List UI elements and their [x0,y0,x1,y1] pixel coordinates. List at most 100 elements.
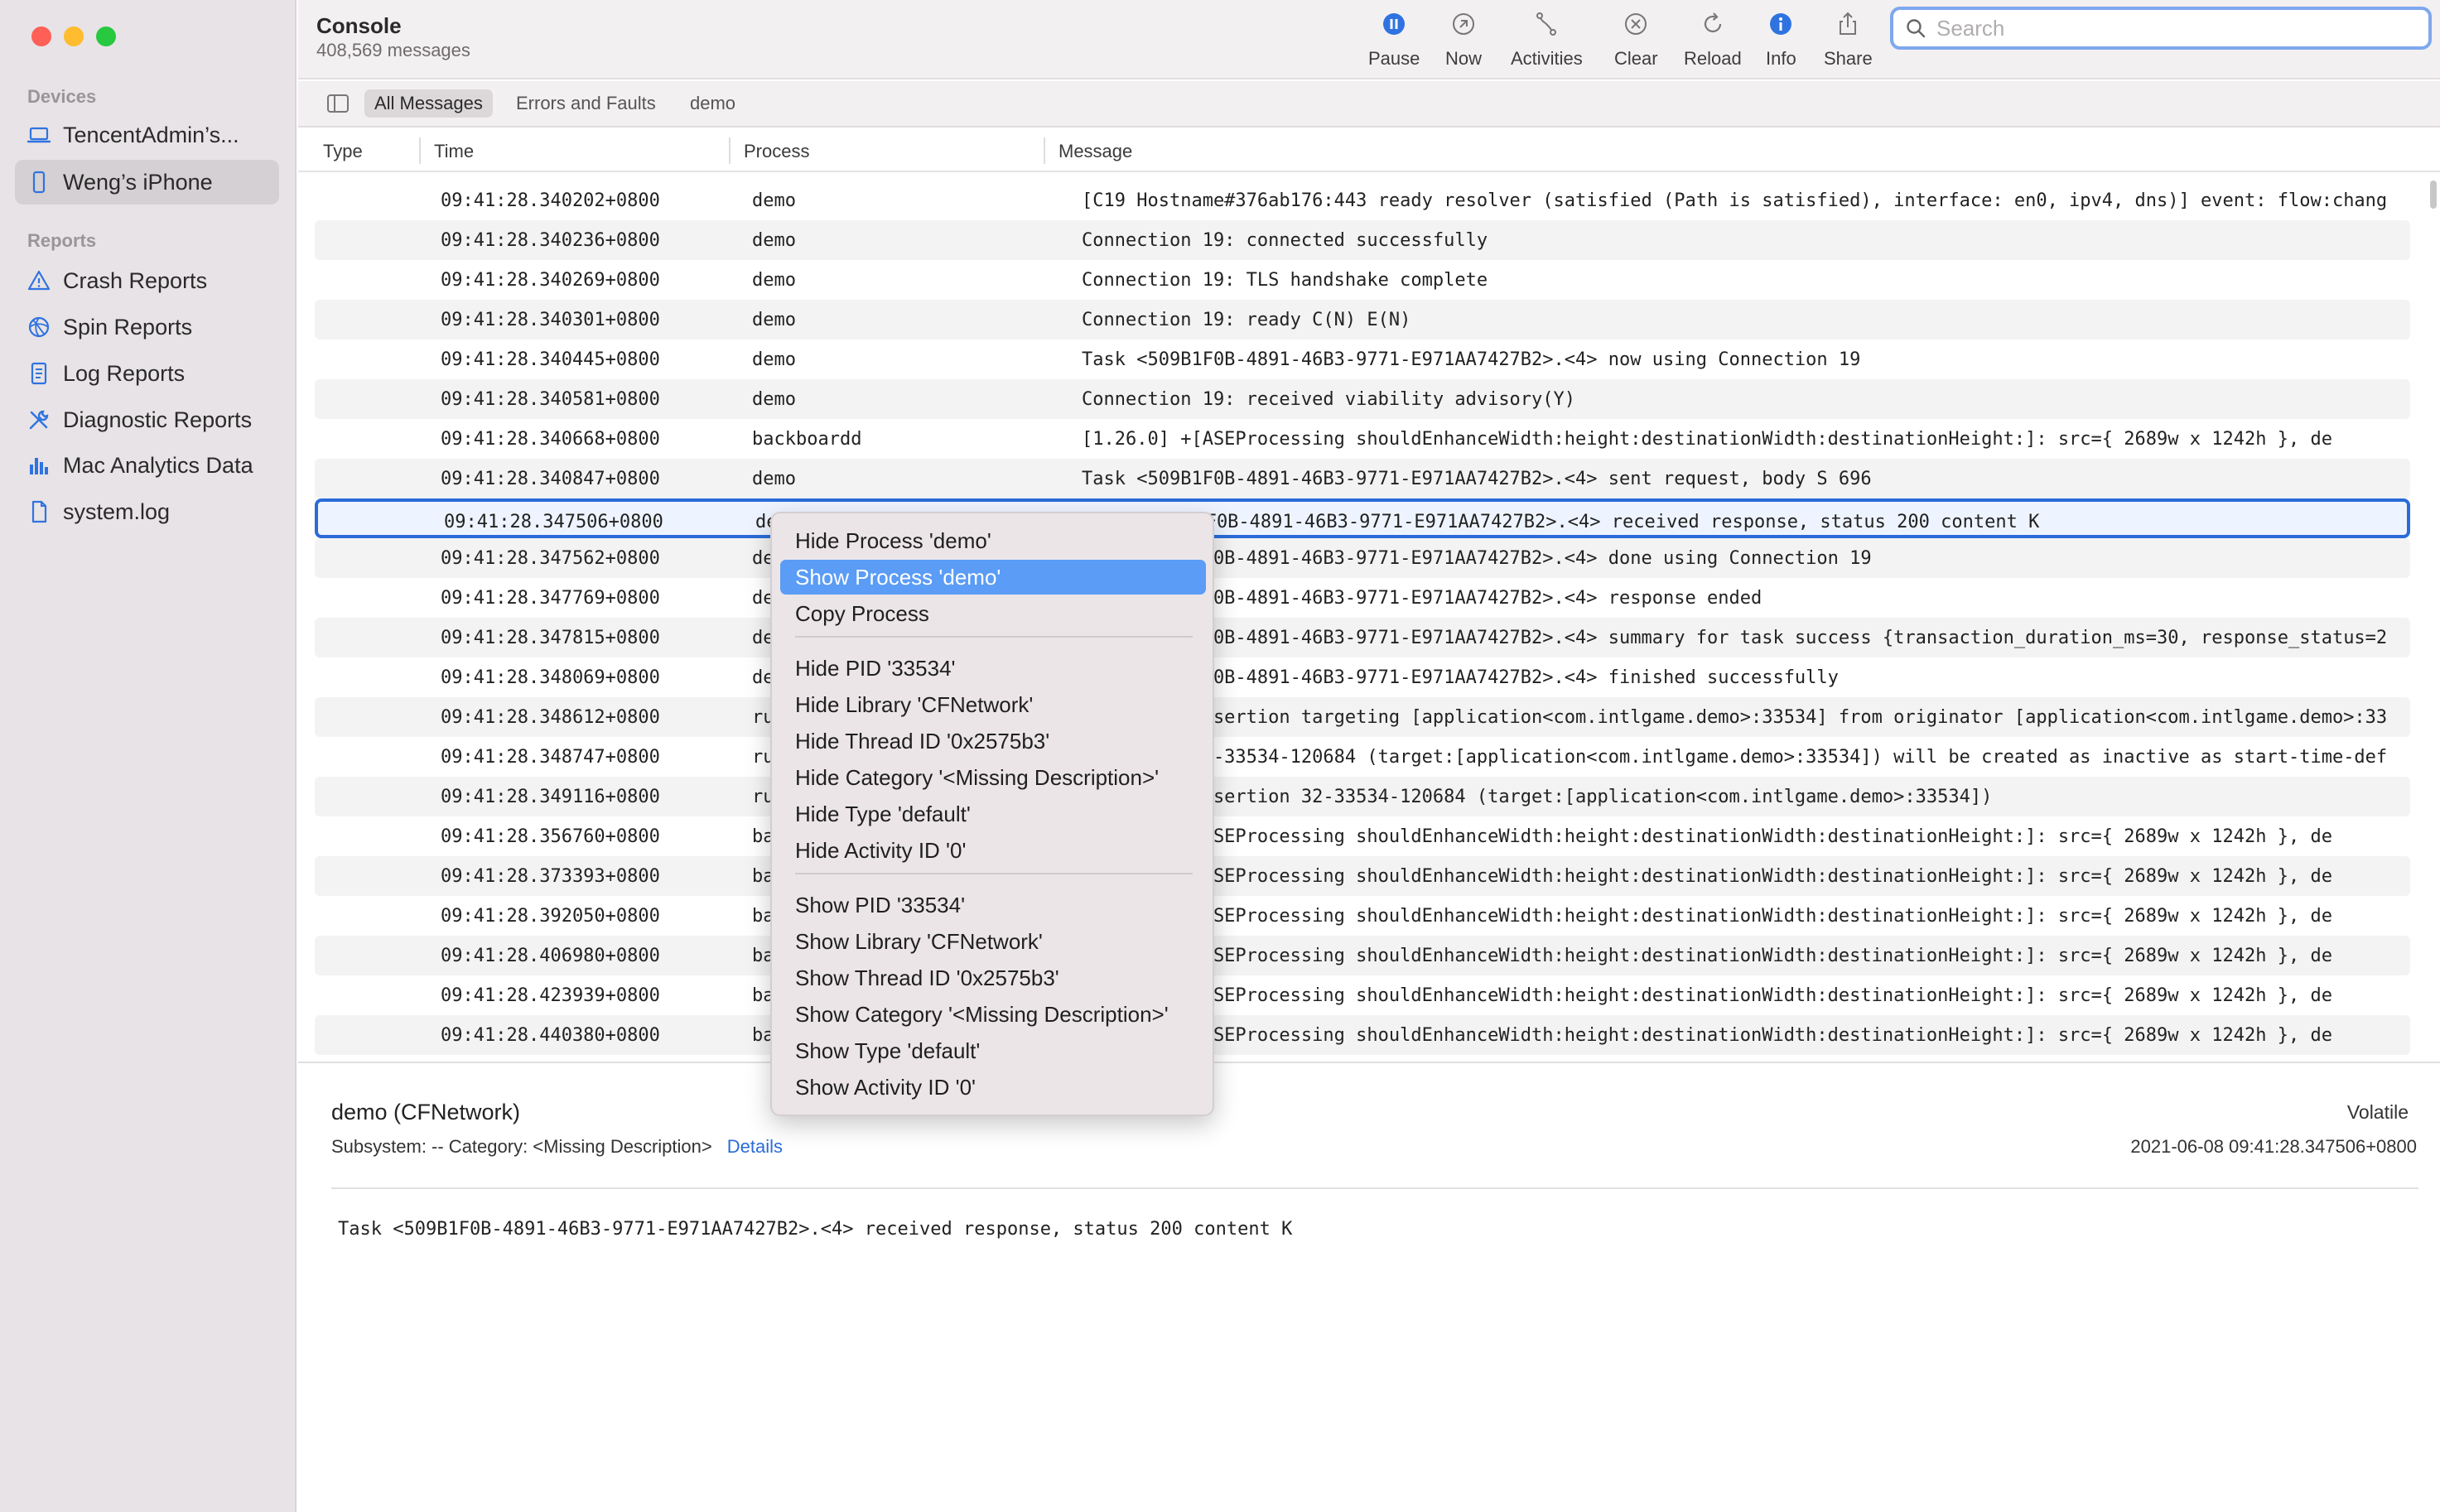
sidebar-toggle-icon[interactable] [326,93,350,114]
sidebar-item-mac[interactable]: TencentAdmin’s... [15,113,279,157]
context-menu-item[interactable]: Hide Activity ID '0' [780,833,1206,868]
zoom-window-button[interactable] [96,26,116,46]
reports-header: Reports [27,230,97,251]
row-time: 09:41:28.340445+0800 [441,349,660,370]
context-menu-item[interactable]: Show Category '<Missing Description>' [780,997,1206,1032]
table-row[interactable]: 09:41:28.440380+0800backboardd [1.26.0] … [315,1015,2410,1055]
context-menu-item[interactable]: Hide PID '33534' [780,651,1206,686]
row-process: demo [752,270,796,291]
row-process: demo [752,190,796,211]
reload-icon [1699,10,1727,38]
row-message: Acquiring assertion targeting [applicati… [1082,707,2388,728]
context-menu-item[interactable]: Hide Process 'demo' [780,523,1206,558]
column-message[interactable]: Message [1058,141,1132,162]
table-row-selected[interactable]: 09:41:28.347506+0800demoTask <509B1F0B-4… [315,498,2410,538]
table-row[interactable]: 09:41:28.392050+0800backboardd [1.26.0] … [315,896,2410,936]
row-message: Task <509B1F0B-4891-46B3-9771-E971AA7427… [1082,349,1861,370]
table-row[interactable]: 09:41:28.349116+0800runningboarddAcquiri… [315,777,2410,816]
sidebar-item-spin-reports[interactable]: Spin Reports [15,305,279,349]
table-row[interactable]: 09:41:28.348612+0800runningboarddAcquiri… [315,697,2410,737]
column-process[interactable]: Process [744,141,809,162]
table-row[interactable]: 09:41:28.348747+0800runningboarddAsserti… [315,737,2410,777]
filter-demo[interactable]: demo [680,89,745,118]
context-menu-item[interactable]: Show Process 'demo' [780,560,1206,595]
table-row[interactable]: 09:41:28.373393+0800backboardd [1.26.0] … [315,856,2410,896]
table-row[interactable]: 09:41:28.348069+0800demoTask <509B1F0B-4… [315,657,2410,697]
context-menu-item[interactable]: Show Thread ID '0x2575b3' [780,961,1206,995]
context-menu-item[interactable]: Hide Category '<Missing Description>' [780,760,1206,795]
context-menu-item[interactable]: Show PID '33534' [780,888,1206,922]
row-time: 09:41:28.340301+0800 [441,310,660,330]
sidebar-item-system-log[interactable]: system.log [15,489,279,534]
column-divider[interactable] [419,137,421,164]
sidebar-item-label: Mac Analytics Data [63,452,253,478]
table-row[interactable]: 09:41:28.340668+0800 backboardd [1.26.0] … [315,419,2410,459]
context-menu-separator [795,636,1193,638]
search-field[interactable] [1890,7,2432,50]
row-message: Task <509B1F0B-4891-46B3-9771-E971AA7427… [1082,548,1872,569]
now-button[interactable]: Now [1445,10,1482,76]
row-time: 09:41:28.356760+0800 [441,826,660,847]
table-row[interactable]: 09:41:28.423939+0800backboardd [1.26.0] … [315,975,2410,1015]
detail-title: demo (CFNetwork) [331,1100,521,1124]
table-row[interactable]: 09:41:28.347769+0800demoTask <509B1F0B-4… [315,578,2410,618]
row-time: 09:41:28.347506+0800 [444,512,663,532]
row-time: 09:41:28.423939+0800 [441,985,660,1006]
detail-message: Task <509B1F0B-4891-46B3-9771-E971AA7427… [338,1219,1293,1240]
context-menu-item[interactable]: Hide Library 'CFNetwork' [780,687,1206,722]
share-button[interactable]: Share [1824,10,1873,76]
detail-subsystem: Subsystem: -- Category: <Missing Descrip… [331,1136,712,1157]
table-row[interactable]: 09:41:28.340847+0800 demo Task <509B1F0B-4… [315,459,2410,498]
table-row[interactable]: 09:41:28.356760+0800backboardd [1.26.0] … [315,816,2410,856]
context-menu-item[interactable]: Copy Process [780,596,1206,631]
column-type[interactable]: Type [323,141,363,162]
context-menu-item[interactable]: Hide Thread ID '0x2575b3' [780,724,1206,758]
activities-icon [1532,10,1560,38]
sidebar-item-mac-analytics[interactable]: Mac Analytics Data [15,443,279,488]
context-menu-item[interactable]: Show Activity ID '0' [780,1070,1206,1105]
context-menu-item[interactable]: Hide Type 'default' [780,797,1206,831]
filter-all-messages[interactable]: All Messages [364,89,493,118]
file-icon [27,499,51,524]
log-table[interactable]: 09:41:28.340202+0800 demo [C19 Hostname#37… [315,181,2410,1058]
column-divider[interactable] [729,137,731,164]
search-input[interactable] [1936,15,2400,41]
table-row[interactable]: 09:41:28.340269+0800 demo Connection 19: T… [315,260,2410,300]
row-message: Connection 19: TLS handshake complete [1082,270,1488,291]
info-button[interactable]: Info [1766,10,1796,76]
sidebar-item-crash-reports[interactable]: Crash Reports [15,258,279,303]
context-menu-item[interactable]: Show Type 'default' [780,1033,1206,1068]
table-row[interactable]: 09:41:28.347562+0800demoTask <509B1F0B-4… [315,538,2410,578]
row-time: 09:41:28.340581+0800 [441,389,660,410]
table-row[interactable]: 09:41:28.406980+0800backboardd [1.26.0] … [315,936,2410,975]
minimize-window-button[interactable] [64,26,84,46]
detail-timestamp: 2021-06-08 09:41:28.347506+0800 [2130,1136,2417,1157]
context-menu-item[interactable]: Show Library 'CFNetwork' [780,924,1206,959]
table-scrollbar[interactable] [2430,181,2437,209]
activities-button[interactable]: Activities [1511,10,1583,76]
row-time: 09:41:28.440380+0800 [441,1025,660,1046]
row-time: 09:41:28.373393+0800 [441,866,660,887]
column-divider[interactable] [1044,137,1045,164]
close-window-button[interactable] [31,26,51,46]
row-time: 09:41:28.348069+0800 [441,667,660,688]
row-process: demo [752,469,796,489]
table-row[interactable]: 09:41:28.340445+0800 demo Task <509B1F0B-4… [315,339,2410,379]
sidebar-item-diagnostic-reports[interactable]: Diagnostic Reports [15,397,279,442]
pause-button[interactable]: Pause [1368,10,1420,76]
table-row[interactable]: 09:41:28.340581+0800 demo Connection 19: r… [315,379,2410,419]
table-row[interactable]: 09:41:28.340202+0800 demo [C19 Hostname#37… [315,181,2410,220]
sidebar-item-label: system.log [63,498,171,524]
table-row[interactable]: 09:41:28.347815+0800demoTask <509B1F0B-4… [315,618,2410,657]
reload-button[interactable]: Reload [1684,10,1742,76]
table-row[interactable]: 09:41:28.340301+0800 demo Connection 19: r… [315,300,2410,339]
clear-button[interactable]: Clear [1614,10,1658,76]
column-time[interactable]: Time [434,141,474,162]
row-message: [1.26.0] +[ASEProcessing shouldEnhanceWi… [1082,906,2332,927]
filter-errors-faults[interactable]: Errors and Faults [506,89,666,118]
sidebar-item-log-reports[interactable]: Log Reports [15,351,279,396]
sidebar-item-iphone[interactable]: Weng’s iPhone [15,160,279,205]
details-link[interactable]: Details [727,1136,783,1157]
column-header: Type Time Process Message [298,129,2440,172]
table-row[interactable]: 09:41:28.340236+0800 demo Connection 19: c… [315,220,2410,260]
